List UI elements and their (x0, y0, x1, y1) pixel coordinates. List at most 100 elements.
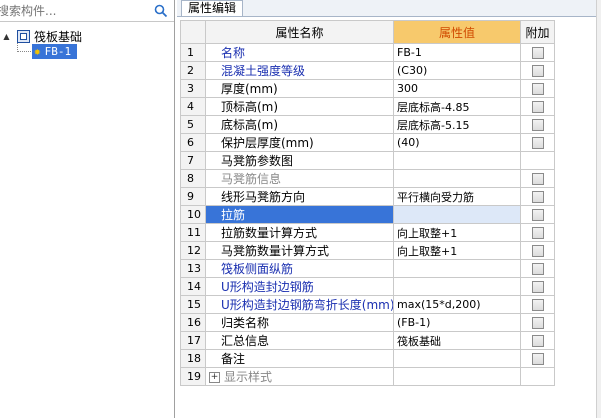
tree-node-fb-1[interactable]: ✸ FB-1 (32, 43, 78, 59)
property-value-cell[interactable] (393, 169, 521, 188)
table-row[interactable]: 2 混凝土强度等级 (C30) (180, 61, 555, 80)
property-value-cell[interactable]: 向上取整+1 (393, 241, 521, 260)
property-name-cell[interactable]: 拉筋数量计算方式 (205, 223, 394, 242)
table-row[interactable]: 7 马凳筋参数图 (180, 151, 555, 170)
property-value-cell[interactable] (393, 277, 521, 296)
extra-checkbox[interactable] (531, 299, 544, 311)
collapse-icon[interactable]: ▲ (2, 32, 11, 41)
row-number: 8 (180, 169, 206, 188)
extra-checkbox[interactable] (531, 227, 544, 239)
property-name-cell[interactable]: 线形马凳筋方向 (205, 187, 394, 206)
property-name-cell[interactable]: 马凳筋信息 (205, 169, 394, 188)
property-value-cell[interactable]: 层底标高-4.85 (393, 97, 521, 116)
table-row[interactable]: 4 顶标高(m) 层底标高-4.85 (180, 97, 555, 116)
selected-tree-item[interactable]: ✸ FB-1 (32, 43, 78, 59)
extra-checkbox[interactable] (531, 191, 544, 203)
property-name: 混凝土强度等级 (221, 64, 306, 78)
table-row[interactable]: 8 马凳筋信息 (180, 169, 555, 188)
extra-checkbox[interactable] (531, 83, 544, 95)
property-value-cell[interactable]: 向上取整+1 (393, 223, 521, 242)
property-value-cell[interactable]: 筏板基础 (393, 331, 521, 350)
property-name-cell[interactable]: 汇总信息 (205, 331, 394, 350)
property-name-cell[interactable]: 马凳筋数量计算方式 (205, 241, 394, 260)
row-number: 11 (180, 223, 206, 242)
extra-cell (520, 349, 555, 368)
property-value-cell[interactable] (393, 259, 521, 278)
tree-node-raft-foundation[interactable]: ▲ 筏板基础 (2, 28, 82, 44)
table-row[interactable]: 5 底标高(m) 层底标高-5.15 (180, 115, 555, 134)
table-row[interactable]: 11 拉筋数量计算方式 向上取整+1 (180, 223, 555, 242)
property-value-cell[interactable]: 300 (393, 79, 521, 98)
property-value-cell[interactable]: FB-1 (393, 43, 521, 62)
header-extra[interactable]: 附加 (520, 20, 555, 44)
table-row[interactable]: 17 汇总信息 筏板基础 (180, 331, 555, 350)
table-row[interactable]: 10 拉筋 (180, 205, 555, 224)
property-name-cell[interactable]: 名称 (205, 43, 394, 62)
extra-checkbox[interactable] (531, 173, 544, 185)
table-row[interactable]: 6 保护层厚度(mm) (40) (180, 133, 555, 152)
property-name-cell[interactable]: 筏板侧面纵筋 (205, 259, 394, 278)
table-row[interactable]: 18 备注 (180, 349, 555, 368)
property-name-cell[interactable]: U形构造封边钢筋弯折长度(mm) (205, 295, 394, 314)
property-name-cell[interactable]: 混凝土强度等级 (205, 61, 394, 80)
property-name-cell[interactable]: 保护层厚度(mm) (205, 133, 394, 152)
row-number: 1 (180, 43, 206, 62)
extra-checkbox[interactable] (531, 101, 544, 113)
property-name-cell[interactable]: 底标高(m) (205, 115, 394, 134)
table-row[interactable]: 19 + 显示样式 (180, 367, 555, 386)
property-name-cell[interactable]: U形构造封边钢筋 (205, 277, 394, 296)
header-property-name[interactable]: 属性名称 (205, 20, 394, 44)
property-name-cell[interactable]: 顶标高(m) (205, 97, 394, 116)
property-value-cell[interactable]: (FB-1) (393, 313, 521, 332)
extra-checkbox[interactable] (531, 119, 544, 131)
extra-checkbox[interactable] (531, 353, 544, 365)
extra-cell (520, 223, 555, 242)
property-name: 马凳筋参数图 (221, 154, 294, 168)
property-name-cell[interactable]: 马凳筋参数图 (205, 151, 394, 170)
property-value-cell[interactable]: 平行横向受力筋 (393, 187, 521, 206)
extra-checkbox[interactable] (531, 65, 544, 77)
extra-cell (520, 169, 555, 188)
property-value-cell[interactable] (393, 205, 521, 224)
search-input[interactable] (0, 1, 145, 20)
header-property-value[interactable]: 属性值 (393, 20, 521, 44)
extra-checkbox[interactable] (531, 47, 544, 59)
extra-checkbox[interactable] (531, 245, 544, 257)
table-row[interactable]: 12 马凳筋数量计算方式 向上取整+1 (180, 241, 555, 260)
table-row[interactable]: 3 厚度(mm) 300 (180, 79, 555, 98)
property-value-cell[interactable]: 层底标高-5.15 (393, 115, 521, 134)
property-name-cell[interactable]: 备注 (205, 349, 394, 368)
table-row[interactable]: 13 筏板侧面纵筋 (180, 259, 555, 278)
table-row[interactable]: 15 U形构造封边钢筋弯折长度(mm) max(15*d,200) (180, 295, 555, 314)
property-value-cell[interactable] (393, 151, 521, 170)
extra-checkbox[interactable] (531, 335, 544, 347)
component-gear-icon: ✸ (34, 44, 41, 58)
extra-checkbox[interactable] (531, 281, 544, 293)
table-row[interactable]: 9 线形马凳筋方向 平行横向受力筋 (180, 187, 555, 206)
table-row[interactable]: 14 U形构造封边钢筋 (180, 277, 555, 296)
property-name-cell[interactable]: 拉筋 (205, 205, 394, 224)
property-name-cell[interactable]: + 显示样式 (205, 367, 394, 386)
extra-checkbox[interactable] (531, 317, 544, 329)
extra-cell (520, 79, 555, 98)
search-button[interactable] (149, 1, 173, 20)
row-number: 16 (180, 313, 206, 332)
extra-cell (520, 133, 555, 152)
property-name-cell[interactable]: 归类名称 (205, 313, 394, 332)
table-row[interactable]: 16 归类名称 (FB-1) (180, 313, 555, 332)
property-name: 顶标高(m) (221, 100, 279, 114)
property-value-cell[interactable] (393, 367, 521, 386)
tab-property-edit[interactable]: 属性编辑 (181, 0, 244, 16)
vertical-scrollbar[interactable] (596, 0, 601, 418)
extra-checkbox[interactable] (531, 137, 544, 149)
extra-checkbox[interactable] (531, 209, 544, 221)
grid-header-row: 属性名称 属性值 附加 (180, 20, 555, 44)
extra-checkbox[interactable] (531, 263, 544, 275)
property-value-cell[interactable]: (C30) (393, 61, 521, 80)
table-row[interactable]: 1 名称 FB-1 (180, 43, 555, 62)
property-name-cell[interactable]: 厚度(mm) (205, 79, 394, 98)
property-value-cell[interactable]: max(15*d,200) (393, 295, 521, 314)
property-value-cell[interactable]: (40) (393, 133, 521, 152)
property-value-cell[interactable] (393, 349, 521, 368)
expand-icon[interactable]: + (209, 372, 220, 383)
